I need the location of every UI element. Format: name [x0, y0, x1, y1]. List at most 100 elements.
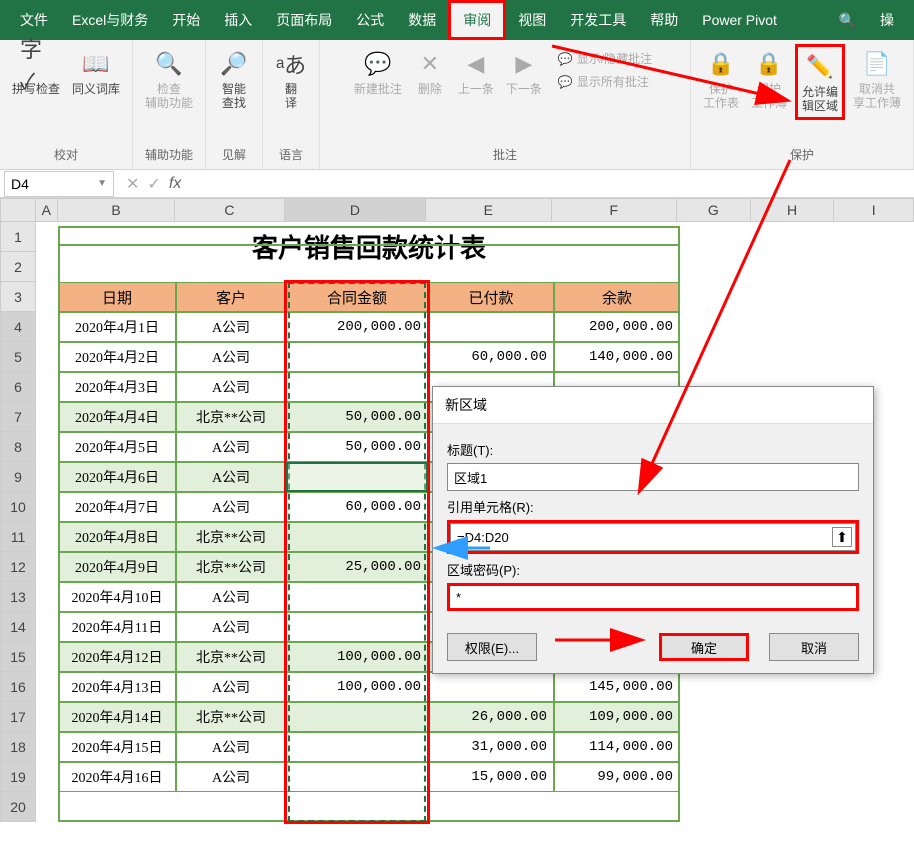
- row-header-3[interactable]: 3: [0, 282, 36, 312]
- tell-me-search[interactable]: 🔍 操: [827, 0, 906, 40]
- header-cust[interactable]: 客户: [176, 282, 286, 312]
- row-header-14[interactable]: 14: [0, 612, 36, 642]
- cell-contract-18[interactable]: [286, 732, 428, 762]
- allow-edit-ranges-button[interactable]: ✏️允许编 辑区域: [795, 44, 845, 120]
- range-picker-icon[interactable]: ⬆: [832, 527, 852, 547]
- cell-cust-17[interactable]: 北京**公司: [176, 702, 286, 732]
- cell-contract-9[interactable]: [286, 462, 428, 492]
- cell-paid-19[interactable]: 15,000.00: [428, 762, 554, 792]
- smart-lookup-button[interactable]: 🔎智能 查找: [214, 44, 254, 114]
- cell-paid-16[interactable]: [428, 672, 554, 702]
- cell-bal-16[interactable]: 145,000.00: [554, 672, 680, 702]
- next-comment-button[interactable]: ▶下一条: [502, 44, 546, 100]
- table-title[interactable]: 客户销售回款统计表: [58, 226, 680, 265]
- cell-contract-4[interactable]: 200,000.00: [286, 312, 428, 342]
- row-header-20[interactable]: 20: [0, 792, 36, 822]
- header-paid[interactable]: 已付款: [428, 282, 554, 312]
- row-header-4[interactable]: 4: [0, 312, 36, 342]
- row-header-12[interactable]: 12: [0, 552, 36, 582]
- cell-contract-13[interactable]: [286, 582, 428, 612]
- cell-bal-4[interactable]: 200,000.00: [554, 312, 680, 342]
- cell-cust-16[interactable]: A公司: [176, 672, 286, 702]
- tab-insert[interactable]: 插入: [212, 0, 264, 40]
- cancel-button[interactable]: 取消: [769, 633, 859, 661]
- cell-paid-5[interactable]: 60,000.00: [428, 342, 554, 372]
- column-header-E[interactable]: E: [426, 198, 551, 222]
- row-header-16[interactable]: 16: [0, 672, 36, 702]
- tab-formula[interactable]: 公式: [344, 0, 396, 40]
- cell-bal-18[interactable]: 114,000.00: [554, 732, 680, 762]
- cell-paid-18[interactable]: 31,000.00: [428, 732, 554, 762]
- new-comment-button[interactable]: 💬新建批注: [350, 44, 406, 100]
- cell-date-19[interactable]: 2020年4月16日: [58, 762, 176, 792]
- column-header-F[interactable]: F: [552, 198, 677, 222]
- cell-date-9[interactable]: 2020年4月6日: [58, 462, 176, 492]
- cell-paid-17[interactable]: 26,000.00: [428, 702, 554, 732]
- row-header-19[interactable]: 19: [0, 762, 36, 792]
- cell-contract-10[interactable]: 60,000.00: [286, 492, 428, 522]
- tab-home[interactable]: 开始: [160, 0, 212, 40]
- cell-date-17[interactable]: 2020年4月14日: [58, 702, 176, 732]
- row-header-6[interactable]: 6: [0, 372, 36, 402]
- cell-contract-6[interactable]: [286, 372, 428, 402]
- translate-button[interactable]: ᵃあ翻 译: [271, 44, 311, 114]
- row-header-10[interactable]: 10: [0, 492, 36, 522]
- tab-dev[interactable]: 开发工具: [558, 0, 638, 40]
- cell-date-13[interactable]: 2020年4月10日: [58, 582, 176, 612]
- permissions-button[interactable]: 权限(E)...: [447, 633, 537, 661]
- column-header-A[interactable]: A: [36, 198, 58, 222]
- cell-date-10[interactable]: 2020年4月7日: [58, 492, 176, 522]
- cell-contract-14[interactable]: [286, 612, 428, 642]
- unshare-workbook-button[interactable]: 📄取消共 享工作薄: [849, 44, 905, 114]
- ref-input[interactable]: [450, 523, 856, 551]
- cell-cust-18[interactable]: A公司: [176, 732, 286, 762]
- cell-cust-8[interactable]: A公司: [176, 432, 286, 462]
- column-header-I[interactable]: I: [834, 198, 914, 222]
- cell-contract-5[interactable]: [286, 342, 428, 372]
- check-accessibility-button[interactable]: 🔍检查 辅助功能: [141, 44, 197, 114]
- column-header-D[interactable]: D: [285, 198, 426, 222]
- show-hide-comment-button[interactable]: 💬显示/隐藏批注: [554, 48, 656, 69]
- cell-cust-4[interactable]: A公司: [176, 312, 286, 342]
- tab-review[interactable]: 审阅: [448, 0, 506, 40]
- confirm-formula-icon[interactable]: ✓: [147, 174, 160, 194]
- cell-date-5[interactable]: 2020年4月2日: [58, 342, 176, 372]
- show-all-comments-button[interactable]: 💬显示所有批注: [554, 71, 656, 92]
- cell-contract-11[interactable]: [286, 522, 428, 552]
- cell-contract-8[interactable]: 50,000.00: [286, 432, 428, 462]
- column-header-B[interactable]: B: [58, 198, 175, 222]
- tab-help[interactable]: 帮助: [638, 0, 690, 40]
- cell-cust-11[interactable]: 北京**公司: [176, 522, 286, 552]
- cell-contract-15[interactable]: 100,000.00: [286, 642, 428, 672]
- cell-cust-6[interactable]: A公司: [176, 372, 286, 402]
- cell-cust-10[interactable]: A公司: [176, 492, 286, 522]
- cell-date-16[interactable]: 2020年4月13日: [58, 672, 176, 702]
- tab-excel-finance[interactable]: Excel与财务: [60, 0, 160, 40]
- cell-bal-5[interactable]: 140,000.00: [554, 342, 680, 372]
- cell-date-14[interactable]: 2020年4月11日: [58, 612, 176, 642]
- fx-icon[interactable]: fx: [169, 175, 181, 193]
- tab-power-pivot[interactable]: Power Pivot: [690, 0, 789, 40]
- column-header-G[interactable]: G: [677, 198, 751, 222]
- delete-comment-button[interactable]: ✕删除: [410, 44, 450, 100]
- cell-bal-17[interactable]: 109,000.00: [554, 702, 680, 732]
- spreadsheet-grid[interactable]: ABCDEFGHI 123456789101112131415161718192…: [0, 198, 914, 222]
- row-header-2[interactable]: 2: [0, 252, 36, 282]
- prev-comment-button[interactable]: ◀上一条: [454, 44, 498, 100]
- cell-paid-4[interactable]: [428, 312, 554, 342]
- column-header-C[interactable]: C: [175, 198, 285, 222]
- row-header-8[interactable]: 8: [0, 432, 36, 462]
- cell-bal-19[interactable]: 99,000.00: [554, 762, 680, 792]
- thesaurus-button[interactable]: 📖同义词库: [68, 44, 124, 100]
- cell-contract-16[interactable]: 100,000.00: [286, 672, 428, 702]
- row-header-1[interactable]: 1: [0, 222, 36, 252]
- ok-button[interactable]: 确定: [659, 633, 749, 661]
- cell-cust-9[interactable]: A公司: [176, 462, 286, 492]
- select-all-corner[interactable]: [0, 198, 36, 222]
- cell-date-18[interactable]: 2020年4月15日: [58, 732, 176, 762]
- cell-date-6[interactable]: 2020年4月3日: [58, 372, 176, 402]
- header-date[interactable]: 日期: [58, 282, 176, 312]
- tab-data[interactable]: 数据: [396, 0, 448, 40]
- row-header-5[interactable]: 5: [0, 342, 36, 372]
- row-header-11[interactable]: 11: [0, 522, 36, 552]
